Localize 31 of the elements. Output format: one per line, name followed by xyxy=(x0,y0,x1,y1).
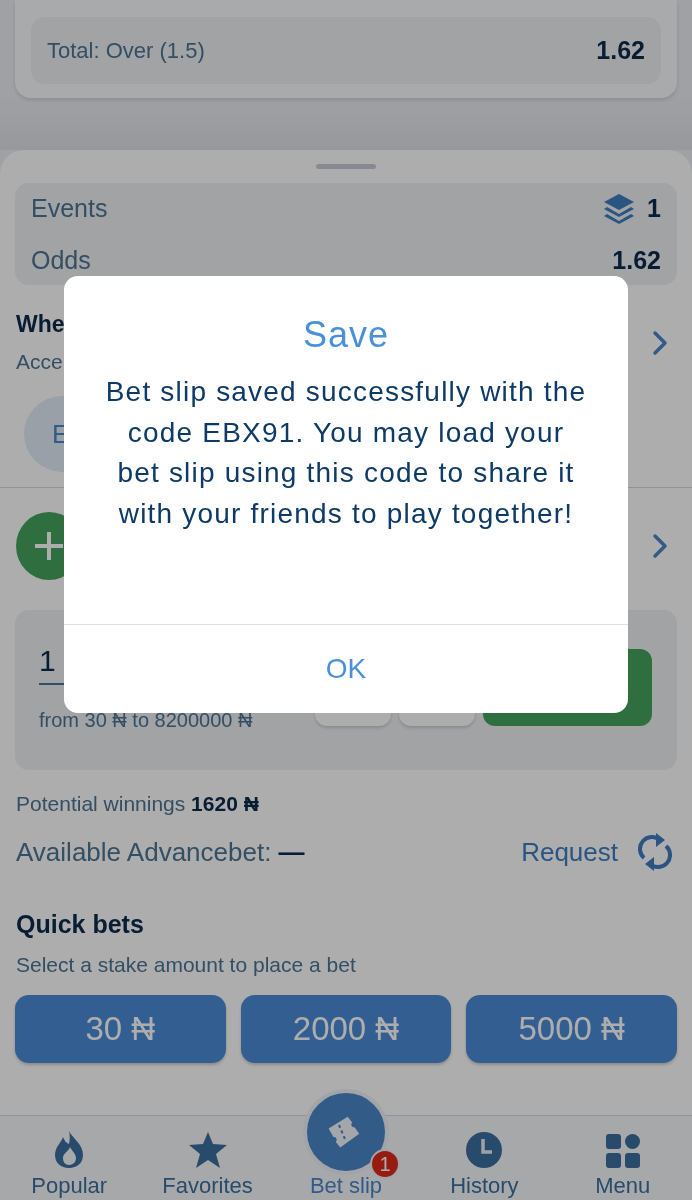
events-label: Events xyxy=(31,194,108,223)
drag-handle[interactable] xyxy=(316,164,376,169)
advancebet-label: Available Advancebet: — xyxy=(16,836,305,868)
chevron-right-icon[interactable] xyxy=(652,329,668,356)
option-subtitle: Acce xyxy=(16,350,64,374)
odds-value: 1.62 xyxy=(596,36,645,65)
total-odds: 1.62 xyxy=(612,246,661,275)
potential-winnings: Potential winnings 1620 ₦ xyxy=(16,792,260,816)
nav-label[interactable]: History xyxy=(450,1173,519,1199)
refresh-icon[interactable] xyxy=(638,832,672,872)
quick-bet-button[interactable]: 30 ₦ xyxy=(15,995,226,1063)
quick-bet-button[interactable]: 2000 ₦ xyxy=(240,995,452,1063)
dialog-title: Save xyxy=(302,314,390,356)
star-icon[interactable] xyxy=(187,1131,228,1169)
dialog-message: Bet slip saved successfully with the code EBX91. You may load your bet slip using this code to share it with your friends to play together! xyxy=(104,375,588,531)
chevron-right-icon[interactable] xyxy=(652,533,668,559)
nav-label[interactable]: Menu xyxy=(595,1173,651,1199)
nav-label[interactable]: Popular xyxy=(31,1173,108,1199)
quick-bets-hint: Select a stake amount to place a bet xyxy=(16,953,357,977)
quick-bet-button[interactable]: 5000 ₦ xyxy=(466,995,677,1063)
events-count: 1 xyxy=(647,194,661,223)
odds-label: Odds xyxy=(31,246,91,275)
request-link[interactable]: Request xyxy=(521,836,618,868)
quick-bets-title: Quick bets xyxy=(16,910,145,939)
clock-icon[interactable] xyxy=(465,1131,504,1169)
option-title: Whe xyxy=(16,311,65,338)
market-label: Total: Over (1.5) xyxy=(47,37,205,64)
count-badge: 1 xyxy=(370,1149,400,1179)
nav-label[interactable]: Favorites xyxy=(162,1173,253,1199)
grid-icon[interactable] xyxy=(604,1133,641,1169)
layers-icon xyxy=(603,193,636,224)
